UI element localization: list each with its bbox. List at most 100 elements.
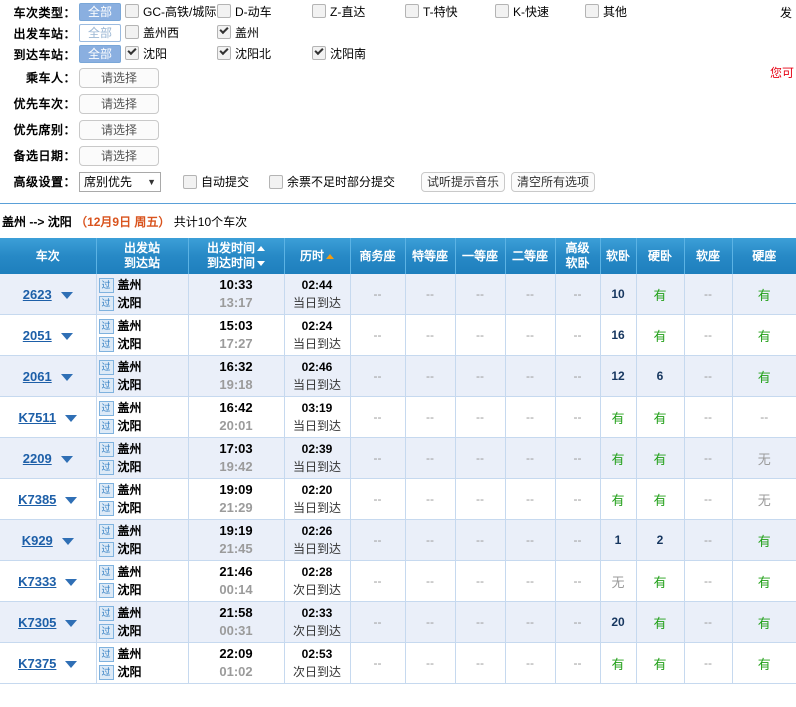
expand-arrow-icon[interactable] — [65, 578, 78, 586]
train-no-link[interactable]: K7375 — [18, 656, 56, 671]
pass-station-icon: 过 — [98, 664, 114, 680]
select-row: 备选日期： 请选择 — [0, 143, 796, 168]
clear-all-options-button[interactable]: 清空所有选项 — [511, 171, 596, 192]
train-results-table: 车次 出发站 到达站 出发时间 到达时间 历时 商务座 特等座 一等座 二等座 … — [0, 238, 796, 684]
table-row: 2051 过盖州过沈阳 15:03 17:27 02:24 当日到达 -- -- -- -- -- 1… — [0, 314, 796, 356]
sort-ascending-active-icon[interactable] — [326, 253, 334, 259]
filter-option-checkbox[interactable]: D-动车 — [217, 3, 272, 20]
train-no-link[interactable]: 2209 — [23, 451, 52, 466]
column-header-arr-time: 到达时间 — [206, 256, 255, 270]
auto-submit-checkbox[interactable]: 自动提交 — [183, 173, 249, 190]
choose-button[interactable]: 请选择 — [79, 119, 159, 140]
seat-unavailable-dash: -- — [704, 328, 712, 342]
departure-station-line: 过盖州 — [98, 604, 186, 622]
seat-cell-premium-soft-sleeper: -- — [555, 478, 601, 520]
seat-count: 6 — [656, 369, 664, 383]
seat-cell-soft-sleeper: 12 — [600, 355, 637, 397]
filter-option-checkbox[interactable]: 沈阳北 — [217, 45, 271, 62]
pass-station-icon: 过 — [98, 441, 114, 457]
column-header-duration[interactable]: 历时 — [284, 238, 351, 274]
partial-submit-checkbox[interactable]: 余票不足时部分提交 — [269, 173, 395, 190]
seat-count: 12 — [611, 369, 625, 383]
expand-arrow-icon[interactable] — [60, 373, 73, 381]
seat-unavailable-dash: -- — [704, 287, 712, 301]
priority-mode-select[interactable]: 席别优先 ▼ — [79, 171, 161, 192]
train-no-link[interactable]: K7333 — [18, 574, 56, 589]
train-no-cell: K7385 — [0, 478, 97, 520]
expand-arrow-icon[interactable] — [60, 291, 73, 299]
filter-option-slot: Z-直达 — [312, 3, 405, 22]
expand-arrow-icon[interactable] — [65, 619, 78, 627]
departure-station-line: 过盖州 — [98, 563, 186, 581]
table-row: K7375 过盖州过沈阳 22:09 01:02 02:53 次日到达 -- -- -- -- --… — [0, 642, 796, 684]
arrival-time: 13:17 — [219, 295, 253, 310]
column-header-soft-seat: 软座 — [684, 238, 733, 274]
preview-music-button[interactable]: 试听提示音乐 — [421, 171, 506, 192]
checkbox-box-icon — [269, 174, 284, 189]
filter-option-checkbox[interactable]: 盖州西 — [125, 24, 179, 41]
train-no-link[interactable]: 2623 — [23, 287, 52, 302]
train-no-link[interactable]: 2051 — [23, 328, 52, 343]
departure-station-line: 过盖州 — [98, 481, 186, 499]
premium-soft-sleeper-line1: 高级 — [565, 241, 590, 255]
expand-arrow-icon[interactable] — [65, 496, 78, 504]
departure-station-name: 盖州 — [117, 360, 142, 374]
filter-option-checkbox[interactable]: 沈阳南 — [312, 45, 366, 62]
select-row: 优先席别： 请选择 — [0, 117, 796, 142]
expand-arrow-icon[interactable] — [61, 537, 74, 545]
filter-option-checkbox[interactable]: T-特快 — [405, 3, 458, 20]
sort-ascending-icon[interactable] — [257, 246, 265, 252]
duration-cell: 02:20 当日到达 — [284, 478, 351, 520]
filter-option-slot: 其他 — [585, 3, 675, 22]
advanced-settings-label: 高级设置： — [13, 175, 76, 189]
seat-cell-soft-seat: -- — [684, 274, 733, 315]
train-no-link[interactable]: K7511 — [18, 410, 56, 425]
expand-arrow-icon[interactable] — [65, 660, 78, 668]
seat-unavailable-dash: -- — [760, 410, 769, 424]
filter-option-checkbox[interactable]: 盖州 — [217, 24, 259, 41]
column-header-times[interactable]: 出发时间 到达时间 — [188, 238, 285, 274]
pass-station-icon: 过 — [98, 336, 114, 352]
departure-station-name: 盖州 — [117, 647, 142, 661]
departure-time: 16:42 — [219, 400, 253, 415]
select-row-label: 乘车人： — [25, 71, 76, 85]
seat-cell-first-class: -- — [455, 478, 506, 520]
time-cell: 21:58 00:31 — [188, 601, 285, 643]
table-row: 2209 过盖州过沈阳 17:03 19:42 02:39 当日到达 -- -- -- -- -- 有… — [0, 437, 796, 479]
select-all-button[interactable]: 全部 — [79, 45, 121, 63]
train-no-link[interactable]: K7385 — [18, 492, 56, 507]
station-cell: 过盖州过沈阳 — [96, 396, 189, 438]
filter-option-checkbox[interactable]: GC-高铁/城际 — [125, 3, 216, 20]
time-cell: 22:09 01:02 — [188, 642, 285, 684]
seat-available-text: 有 — [757, 369, 771, 385]
filter-option-checkbox[interactable]: Z-直达 — [312, 3, 365, 20]
expand-arrow-icon[interactable] — [65, 414, 78, 422]
train-no-link[interactable]: K929 — [22, 533, 53, 548]
seat-cell-soft-sleeper: 有 — [600, 396, 637, 438]
sort-descending-icon[interactable] — [257, 261, 265, 267]
expand-arrow-icon[interactable] — [60, 455, 73, 463]
select-all-button[interactable]: 全部 — [79, 24, 121, 42]
select-all-button[interactable]: 全部 — [79, 3, 121, 21]
seat-available-text: 有 — [653, 410, 667, 426]
filter-option-checkbox[interactable]: K-快速 — [495, 3, 549, 20]
choose-button[interactable]: 请选择 — [79, 93, 159, 114]
train-no-link[interactable]: 2061 — [23, 369, 52, 384]
checkbox-box-icon — [183, 174, 197, 189]
choose-button[interactable]: 请选择 — [79, 67, 159, 88]
select-row: 乘车人： 请选择 — [0, 65, 796, 90]
choose-button[interactable]: 请选择 — [79, 145, 159, 166]
seat-unavailable-dash: -- — [373, 574, 382, 588]
filter-option-label: 沈阳南 — [330, 46, 367, 61]
filter-option-checkbox[interactable]: 沈阳 — [125, 45, 167, 62]
expand-arrow-icon[interactable] — [60, 332, 73, 340]
train-no-cell: 2209 — [0, 437, 97, 479]
filter-option-checkbox[interactable]: 其他 — [585, 3, 627, 20]
filter-option-label: 沈阳北 — [235, 46, 272, 61]
seat-unavailable-dash: -- — [573, 287, 582, 301]
train-no-link[interactable]: K7305 — [18, 615, 56, 630]
seat-cell-hard-seat: 无 — [732, 478, 796, 520]
column-header-train-no[interactable]: 车次 — [0, 238, 97, 274]
departure-station-name: 盖州 — [117, 278, 142, 292]
departure-station-line: 过盖州 — [98, 276, 186, 294]
